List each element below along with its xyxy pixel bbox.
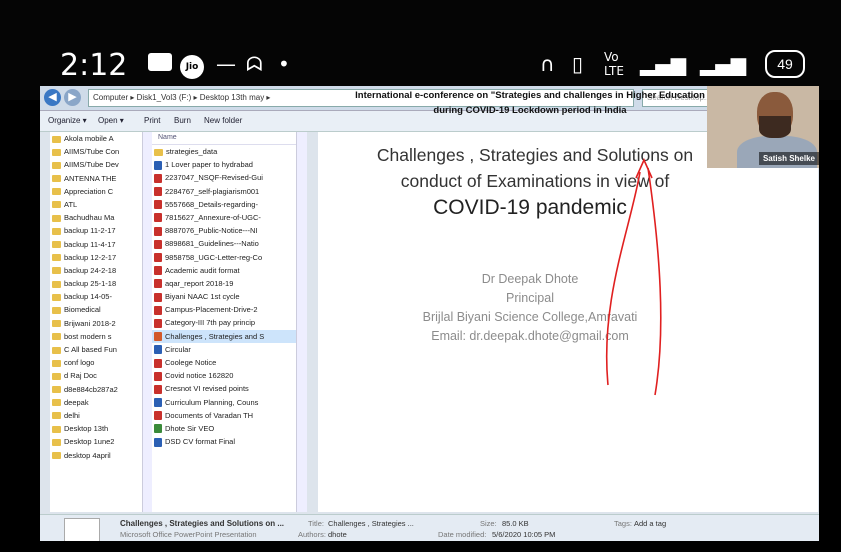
annotation-strokes: [605, 158, 662, 396]
pen-stroke-1: [605, 171, 641, 386]
pen-stroke-2: [647, 167, 662, 396]
zoom-watermark: zoom: [700, 407, 797, 447]
